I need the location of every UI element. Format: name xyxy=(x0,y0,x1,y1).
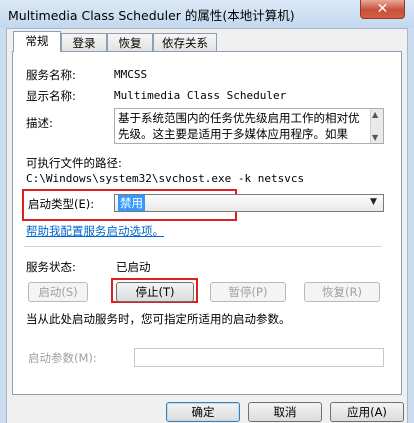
description-label: 描述: xyxy=(26,116,53,130)
start-params-label: 启动参数(M): xyxy=(28,351,97,365)
scroll-down-icon[interactable]: ▼ xyxy=(372,133,378,142)
close-icon: ✕ xyxy=(376,1,389,17)
description-text: 基于系统范围内的任务优先级启用工作的相对优先级。这主要是适用于多媒体应用程序。如… xyxy=(118,111,360,141)
path-value: C:\Windows\system32\svchost.exe -k netsv… xyxy=(26,172,305,185)
ok-button[interactable]: 确定 xyxy=(166,402,240,422)
resume-button[interactable]: 恢复(R) xyxy=(304,282,380,302)
tab-dependencies[interactable]: 依存关系 xyxy=(153,33,217,51)
service-status-value: 已启动 xyxy=(116,260,151,274)
tab-logon[interactable]: 登录 xyxy=(61,33,107,51)
start-button[interactable]: 启动(S) xyxy=(28,282,88,302)
help-link[interactable]: 帮助我配置服务启动选项。 xyxy=(26,223,164,239)
cancel-button[interactable]: 取消 xyxy=(248,402,322,422)
close-button[interactable]: ✕ xyxy=(360,0,405,19)
service-name-value: MMCSS xyxy=(114,68,148,81)
startup-type-label: 启动类型(E): xyxy=(28,197,95,211)
apply-button[interactable]: 应用(A) xyxy=(330,402,404,422)
path-label: 可执行文件的路径: xyxy=(26,156,122,170)
service-status-label: 服务状态: xyxy=(26,260,76,274)
display-name-label: 显示名称: xyxy=(26,89,76,103)
pause-button[interactable]: 暂停(P) xyxy=(210,282,286,302)
tab-recovery[interactable]: 恢复 xyxy=(107,33,153,51)
service-name-label: 服务名称: xyxy=(26,68,76,82)
tab-general[interactable]: 常规 xyxy=(13,31,61,52)
chevron-down-icon[interactable]: ▼ xyxy=(370,197,377,207)
display-name-value: Multimedia Class Scheduler xyxy=(114,89,287,102)
stop-button[interactable]: 停止(T) xyxy=(116,282,194,302)
start-params-input[interactable] xyxy=(134,348,384,367)
startup-type-value: 禁用 xyxy=(118,195,145,211)
description-textbox[interactable]: 基于系统范围内的任务优先级启用工作的相对优先级。这主要是适用于多媒体应用程序。如… xyxy=(114,108,384,144)
window-title: Multimedia Class Scheduler 的属性(本地计算机) xyxy=(8,8,295,23)
startup-type-select[interactable] xyxy=(114,194,384,212)
separator xyxy=(24,246,382,247)
scroll-up-icon[interactable]: ▲ xyxy=(372,110,378,119)
start-params-hint: 当从此处启动服务时，您可指定所适用的启动参数。 xyxy=(26,312,291,326)
